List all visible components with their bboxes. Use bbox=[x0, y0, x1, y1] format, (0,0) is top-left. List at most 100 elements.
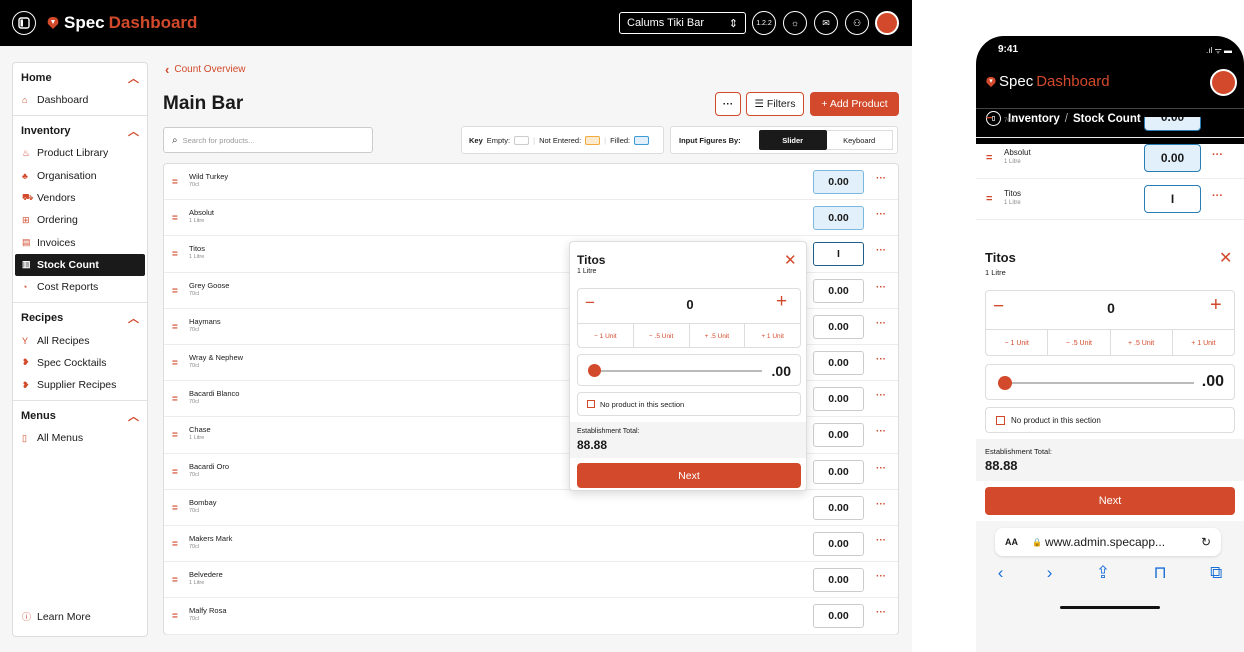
count-input[interactable]: 0.00 bbox=[1144, 144, 1201, 172]
table-row[interactable]: = Malfy Rosa 70cl 0.00 ··· bbox=[164, 598, 898, 635]
sidebar-item-supplier-recipes[interactable]: ❥ Supplier Recipes bbox=[21, 374, 139, 396]
list-item[interactable]: = Absolut 1 Litre 0.00 ··· bbox=[976, 138, 1244, 179]
row-more-icon[interactable]: ··· bbox=[876, 173, 886, 184]
next-button[interactable]: Next bbox=[577, 463, 801, 488]
close-icon[interactable]: ✕ bbox=[784, 251, 797, 269]
list-item[interactable]: = Wild Turkey 70cl 0.00 ··· bbox=[976, 117, 1244, 138]
row-more-icon[interactable]: ··· bbox=[876, 499, 886, 510]
sidebar-item-stock-count[interactable]: ▥ Stock Count bbox=[15, 253, 145, 277]
count-input[interactable]: 0.00 bbox=[813, 495, 864, 520]
row-more-icon[interactable]: ··· bbox=[1212, 149, 1223, 161]
minus-half-unit-button[interactable]: − .5 Unit bbox=[1048, 330, 1111, 356]
count-input[interactable]: I bbox=[813, 242, 864, 267]
forward-icon[interactable]: › bbox=[1047, 563, 1053, 583]
sidebar-item-invoices[interactable]: ▤ Invoices bbox=[21, 231, 139, 253]
avatar[interactable] bbox=[875, 11, 899, 35]
sidebar-item-cost-reports[interactable]: ◔ Cost Reports bbox=[21, 276, 139, 298]
count-input[interactable]: 0.00 bbox=[1144, 117, 1201, 131]
minus-1-unit-button[interactable]: − 1 Unit bbox=[578, 324, 634, 348]
close-icon[interactable]: ✕ bbox=[1219, 248, 1232, 268]
drag-handle-icon[interactable]: = bbox=[172, 539, 178, 550]
row-more-icon[interactable]: ··· bbox=[876, 390, 886, 401]
count-input[interactable]: 0.00 bbox=[813, 568, 864, 593]
learn-more-link[interactable]: ⓘ Learn More bbox=[21, 606, 91, 628]
count-input[interactable]: 0.00 bbox=[813, 604, 864, 629]
row-more-icon[interactable]: ··· bbox=[1212, 117, 1223, 120]
plus-half-unit-button[interactable]: + .5 Unit bbox=[690, 324, 746, 348]
sidebar-item-all-recipes[interactable]: Y All Recipes bbox=[21, 329, 139, 351]
mail-icon[interactable]: ✉ bbox=[814, 11, 838, 35]
slider-track[interactable] bbox=[1006, 382, 1194, 384]
bookmarks-icon[interactable]: ⊓ bbox=[1153, 563, 1166, 583]
table-row[interactable]: = Belvedere 1 Litre 0.00 ··· bbox=[164, 562, 898, 599]
plus-1-unit-button[interactable]: + 1 Unit bbox=[745, 324, 800, 348]
sidebar-section-header[interactable]: Menus ︿ bbox=[21, 405, 139, 427]
drag-handle-icon[interactable]: = bbox=[172, 503, 178, 514]
table-row[interactable]: = Makers Mark 70cl 0.00 ··· bbox=[164, 526, 898, 563]
drag-handle-icon[interactable]: = bbox=[172, 430, 178, 441]
mobile-next-button[interactable]: Next bbox=[985, 487, 1235, 515]
row-more-icon[interactable]: ··· bbox=[876, 535, 886, 546]
table-row[interactable]: = Bombay 70cl 0.00 ··· bbox=[164, 490, 898, 526]
slider-thumb[interactable] bbox=[588, 364, 601, 377]
count-input[interactable]: I bbox=[1144, 185, 1201, 213]
row-more-icon[interactable]: ··· bbox=[876, 354, 886, 365]
no-product-checkbox[interactable]: No product in this section bbox=[577, 392, 801, 416]
drag-handle-icon[interactable]: = bbox=[172, 611, 178, 622]
plus-1-unit-button[interactable]: + 1 Unit bbox=[1173, 330, 1234, 356]
drag-handle-icon[interactable]: = bbox=[172, 575, 178, 586]
count-input[interactable]: 0.00 bbox=[813, 278, 864, 303]
drag-handle-icon[interactable]: = bbox=[172, 249, 178, 260]
row-more-icon[interactable]: ··· bbox=[876, 245, 886, 256]
sidebar-item-dashboard[interactable]: ⌂ Dashboard bbox=[21, 89, 139, 111]
sidebar-section-header[interactable]: Inventory ︿ bbox=[21, 120, 139, 142]
slider-track[interactable] bbox=[594, 370, 762, 372]
search-input[interactable]: ⌕ Search for products... bbox=[163, 127, 373, 153]
count-input[interactable]: 0.00 bbox=[813, 351, 864, 375]
row-more-icon[interactable]: ··· bbox=[876, 607, 886, 618]
tabs-icon[interactable]: ⧉ bbox=[1210, 563, 1222, 583]
back-link[interactable]: ‹ Count Overview bbox=[165, 62, 245, 77]
filters-button[interactable]: ☰ Filters bbox=[746, 92, 804, 116]
sidebar-item-organisation[interactable]: ♣ Organisation bbox=[21, 165, 139, 187]
share-icon[interactable]: ⇪ bbox=[1096, 563, 1110, 583]
minus-half-unit-button[interactable]: − .5 Unit bbox=[634, 324, 690, 348]
sidebar-toggle-icon[interactable] bbox=[12, 11, 36, 35]
text-size-button[interactable]: AA bbox=[1005, 537, 1018, 547]
users-icon[interactable]: ⚇ bbox=[845, 11, 869, 35]
brand-logo[interactable]: Spec Dashboard bbox=[46, 13, 197, 33]
drag-handle-icon[interactable]: = bbox=[172, 322, 178, 333]
count-input[interactable]: 0.00 bbox=[813, 532, 864, 556]
slider-thumb[interactable] bbox=[998, 376, 1012, 390]
table-row[interactable]: = Wild Turkey 70cl 0.00 ··· bbox=[164, 164, 898, 201]
more-button[interactable]: ··· bbox=[715, 92, 741, 116]
row-more-icon[interactable]: ··· bbox=[876, 426, 886, 437]
sidebar-item-vendors[interactable]: ⛟ Vendors bbox=[21, 187, 139, 209]
count-input[interactable]: 0.00 bbox=[813, 314, 864, 339]
plus-icon[interactable]: + bbox=[776, 291, 787, 313]
row-more-icon[interactable]: ··· bbox=[876, 282, 886, 293]
sidebar-item-all-menus[interactable]: ▯ All Menus bbox=[21, 427, 139, 449]
venue-select[interactable]: Calums Tiki Bar ⇕ bbox=[619, 12, 746, 34]
minus-1-unit-button[interactable]: − 1 Unit bbox=[986, 330, 1049, 356]
slider-option[interactable]: Slider bbox=[758, 130, 827, 150]
count-input[interactable]: 0.00 bbox=[813, 423, 864, 448]
drag-handle-icon[interactable]: = bbox=[172, 358, 178, 369]
add-product-button[interactable]: + Add Product bbox=[810, 92, 899, 116]
drag-handle-icon[interactable]: = bbox=[986, 117, 992, 123]
row-more-icon[interactable]: ··· bbox=[876, 209, 886, 220]
drag-handle-icon[interactable]: = bbox=[172, 177, 178, 188]
back-icon[interactable]: ‹ bbox=[998, 563, 1004, 583]
theme-icon[interactable]: ☼ bbox=[783, 11, 807, 35]
row-more-icon[interactable]: ··· bbox=[876, 318, 886, 329]
list-item[interactable]: = Titos 1 Litre I ··· bbox=[976, 179, 1244, 220]
drag-handle-icon[interactable]: = bbox=[172, 394, 178, 405]
count-input[interactable]: 0.00 bbox=[813, 206, 864, 231]
count-input[interactable]: 0.00 bbox=[813, 459, 864, 484]
drag-handle-icon[interactable]: = bbox=[986, 152, 992, 164]
reload-icon[interactable]: ↻ bbox=[1201, 535, 1211, 549]
count-input[interactable]: 0.00 bbox=[813, 170, 864, 194]
sidebar-item-spec-cocktails[interactable]: ❥ Spec Cocktails bbox=[21, 352, 139, 374]
count-input[interactable]: 0.00 bbox=[813, 387, 864, 412]
row-more-icon[interactable]: ··· bbox=[876, 571, 886, 582]
